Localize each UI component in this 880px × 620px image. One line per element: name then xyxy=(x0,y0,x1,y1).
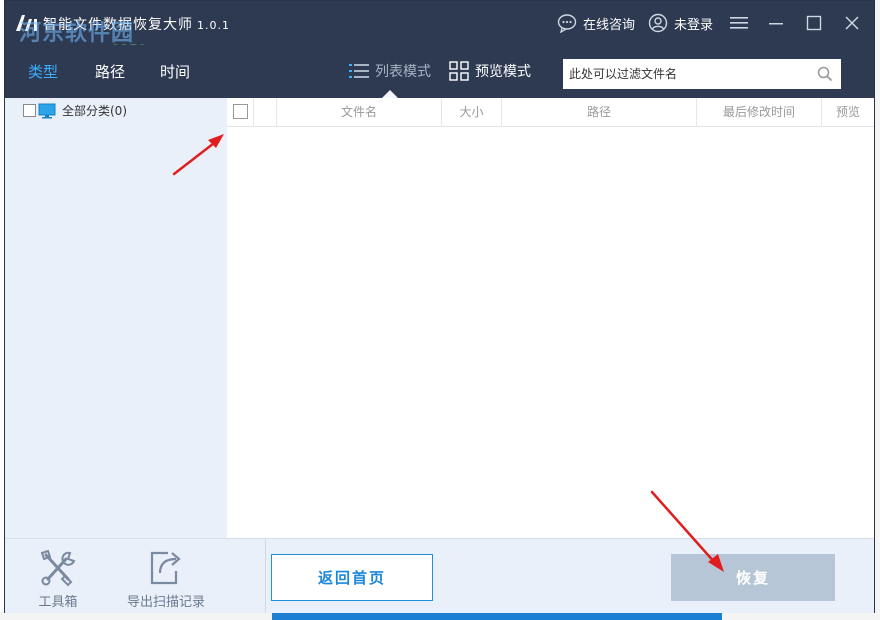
login-button[interactable]: 未登录 xyxy=(648,11,713,35)
search-icon[interactable] xyxy=(817,66,833,86)
category-sidebar: 全部分类(0) xyxy=(5,98,227,538)
column-filename[interactable]: 文件名 xyxy=(277,98,442,126)
all-categories-label: 全部分类(0) xyxy=(62,104,127,118)
minimize-button[interactable] xyxy=(764,11,788,35)
export-scan-record-button[interactable]: 导出扫描记录 xyxy=(127,549,205,610)
list-mode-button[interactable]: 列表模式 xyxy=(349,61,431,81)
footer-divider xyxy=(265,539,266,613)
active-mode-pointer xyxy=(382,90,398,98)
export-scan-record-label: 导出扫描记录 xyxy=(127,595,206,610)
grid-icon xyxy=(449,61,469,81)
minimize-icon xyxy=(769,23,783,25)
column-preview[interactable]: 预览 xyxy=(822,98,874,126)
file-table-body[interactable] xyxy=(227,127,874,538)
online-consult-button[interactable]: 在线咨询 xyxy=(557,11,635,35)
return-home-button[interactable]: 返回首页 xyxy=(271,554,433,601)
menu-button[interactable] xyxy=(727,11,751,35)
tools-icon xyxy=(40,549,76,587)
tab-path[interactable]: 路径 xyxy=(95,61,125,82)
window-title: 智能文件数据恢复大师 1.0.1 xyxy=(43,14,230,34)
list-mode-label: 列表模式 xyxy=(375,64,431,80)
footer-bar: 工具箱 导出扫描记录 返回首页 恢复 xyxy=(5,538,874,613)
column-path[interactable]: 路径 xyxy=(502,98,697,126)
monitor-icon xyxy=(38,103,56,118)
preview-mode-label: 预览模式 xyxy=(475,64,531,80)
chat-bubble-icon xyxy=(557,14,577,33)
nav-bar: 类型 路径 时间 列表模式 预览模式 xyxy=(5,45,874,98)
file-table-header: 文件名 大小 路径 最后修改时间 预览 xyxy=(227,98,874,127)
filter-input[interactable] xyxy=(563,59,815,89)
desktop-background xyxy=(875,0,880,620)
toolbox-label: 工具箱 xyxy=(38,595,78,610)
title-bar[interactable]: 智能文件数据恢复大师1.0.1 河东软件园 www.pc0359.cn 在线咨询… xyxy=(5,1,874,58)
export-icon xyxy=(150,551,181,585)
close-button[interactable] xyxy=(840,11,864,35)
header-checkbox-cell xyxy=(227,98,254,126)
column-size[interactable]: 大小 xyxy=(442,98,502,126)
online-consult-label: 在线咨询 xyxy=(583,17,636,33)
close-icon xyxy=(845,16,859,30)
recover-button[interactable]: 恢复 xyxy=(671,554,835,601)
app-logo-icon xyxy=(13,11,41,35)
tab-type[interactable]: 类型 xyxy=(28,61,58,82)
app-version: 1.0.1 xyxy=(197,19,230,32)
login-label: 未登录 xyxy=(674,17,714,33)
header-spacer xyxy=(254,98,277,126)
column-modified-time[interactable]: 最后修改时间 xyxy=(697,98,822,126)
all-categories-checkbox[interactable] xyxy=(23,104,36,117)
list-icon xyxy=(349,64,369,78)
preview-mode-button[interactable]: 预览模式 xyxy=(449,61,531,81)
tree-item-all-categories[interactable]: 全部分类(0) xyxy=(23,102,127,119)
toolbox-button[interactable]: 工具箱 xyxy=(38,549,78,610)
maximize-icon xyxy=(806,15,822,31)
select-all-checkbox[interactable] xyxy=(233,104,248,119)
tab-time[interactable]: 时间 xyxy=(160,61,190,82)
app-window: 智能文件数据恢复大师1.0.1 河东软件园 www.pc0359.cn 在线咨询… xyxy=(4,0,875,613)
app-title: 智能文件数据恢复大师 xyxy=(43,17,193,33)
maximize-button[interactable] xyxy=(802,11,826,35)
user-icon xyxy=(648,13,668,33)
filter-search-box xyxy=(563,59,841,89)
background-banner xyxy=(272,612,722,620)
hamburger-menu-icon xyxy=(730,17,748,29)
